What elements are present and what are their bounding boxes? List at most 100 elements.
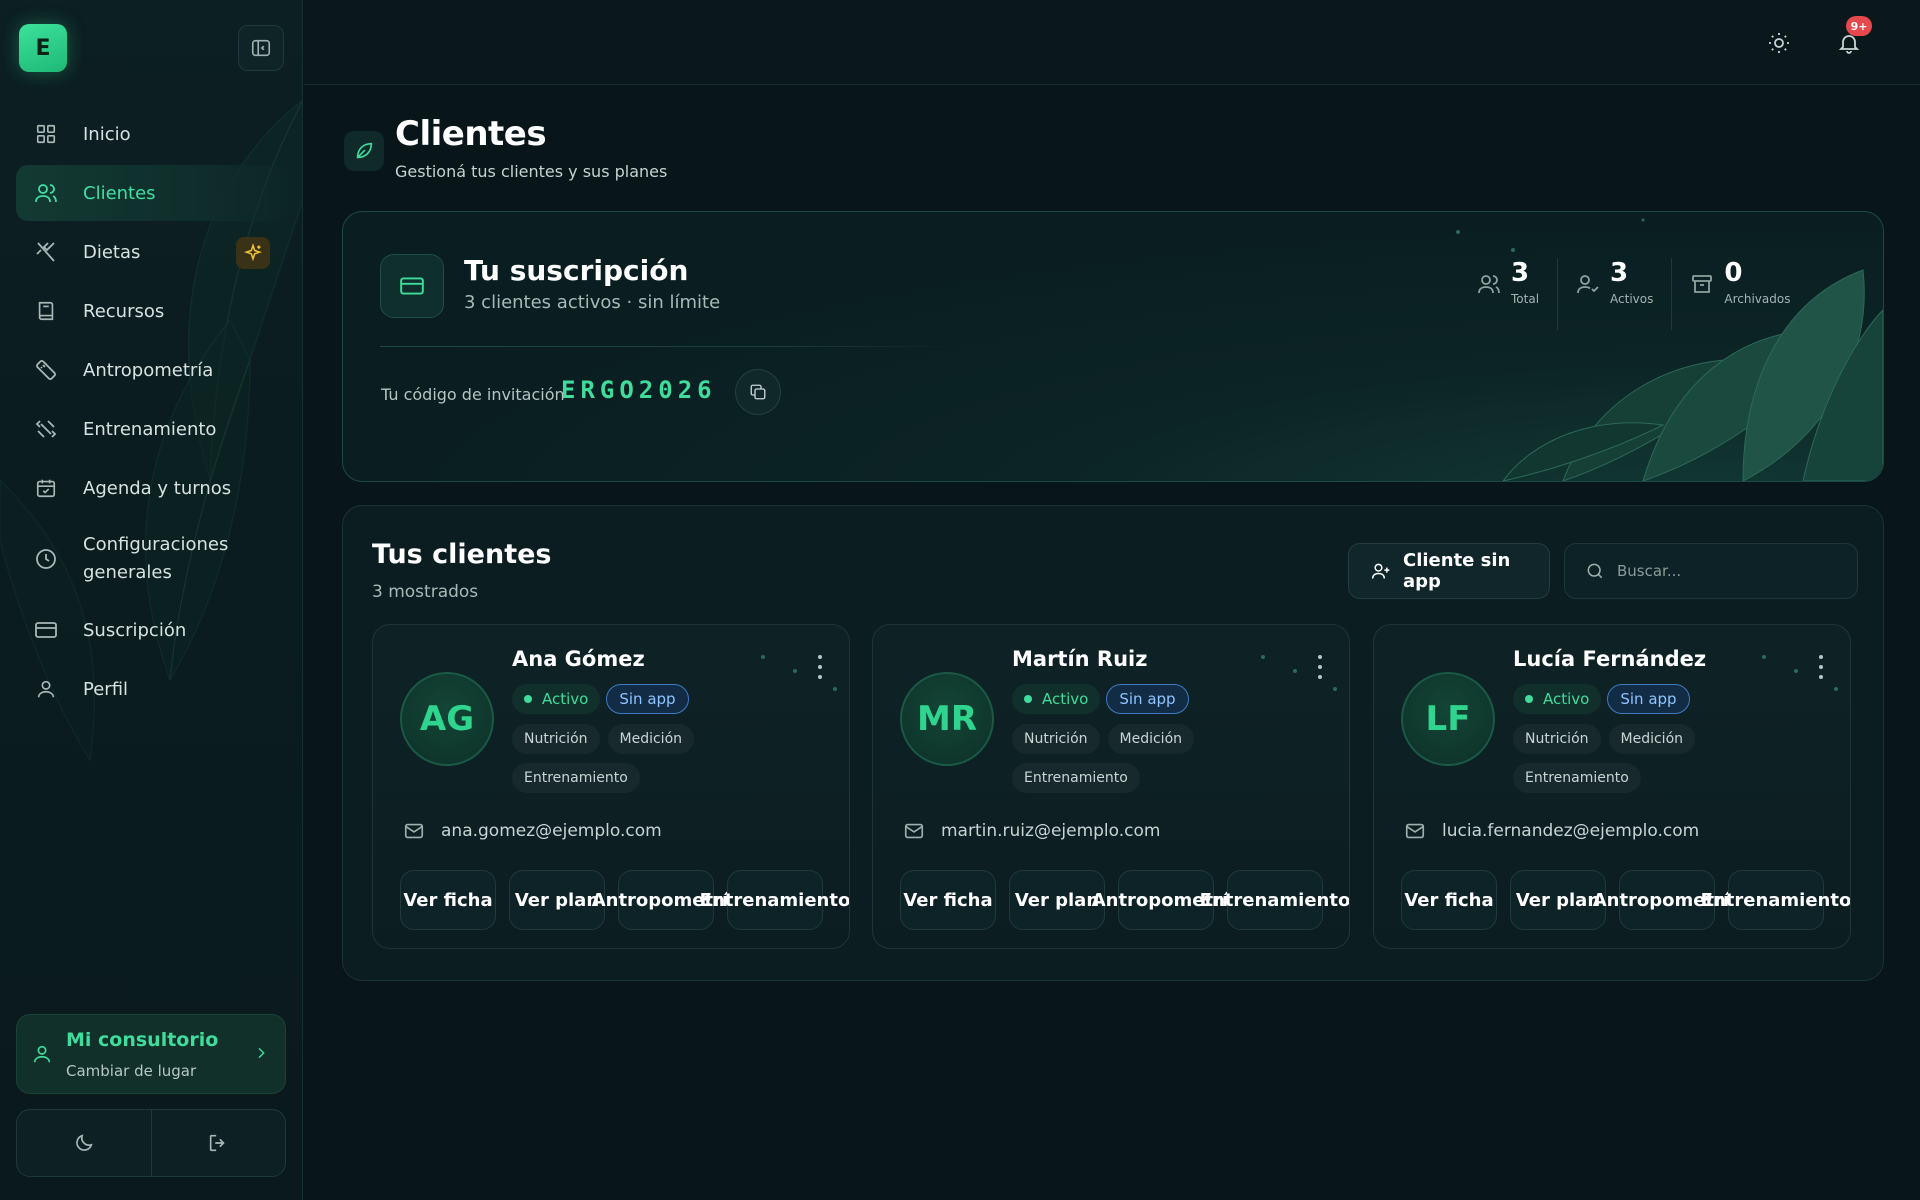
user-icon (33, 676, 59, 702)
invite-code-label: Tu código de invitación (381, 385, 565, 404)
archive-icon (1690, 272, 1714, 300)
search-box[interactable] (1564, 543, 1858, 599)
sidebar-item-label: Recursos (83, 300, 165, 322)
email-row: ana.gomez@ejemplo.com (403, 820, 662, 842)
ai-badge[interactable] (236, 237, 270, 269)
collapse-sidebar-button[interactable] (238, 25, 284, 71)
tag: Medición (1608, 724, 1696, 754)
avatar: AG (400, 672, 494, 766)
sidebar-toggle-icon (251, 39, 271, 57)
status-badge: Activo (1012, 684, 1101, 714)
logout-button[interactable] (150, 1110, 286, 1176)
view-profile-button[interactable]: Ver ficha (900, 870, 996, 930)
service-tags: Nutrición Medición Entrenamiento (1012, 724, 1212, 793)
subscription-title: Tu suscripción (464, 254, 689, 287)
view-profile-button[interactable]: Ver ficha (1401, 870, 1497, 930)
service-tags: Nutrición Medición Entrenamiento (512, 724, 712, 793)
sidebar-item-label: Agenda y turnos (83, 477, 232, 499)
add-client-label: Cliente sin app (1403, 550, 1511, 592)
training-button[interactable]: Entrenamiento (700, 870, 849, 930)
notifications-button[interactable]: 9+ (1830, 16, 1872, 62)
no-app-badge: Sin app (1607, 684, 1690, 714)
tag: Nutrición (1513, 724, 1601, 754)
status-badges: Activo Sin app (1012, 684, 1189, 714)
credit-card-icon (380, 254, 444, 318)
tag: Nutrición (1012, 724, 1100, 754)
client-card: LF Lucía Fernández Activo Sin app Nutric… (1373, 624, 1851, 949)
user-check-icon (1576, 272, 1600, 300)
sidebar-item-recursos[interactable]: Recursos (16, 283, 288, 339)
status-label: Activo (542, 690, 589, 708)
stat-value: 3 (1511, 258, 1530, 288)
credit-card-icon (33, 617, 59, 643)
stat-total: 3 Total (1459, 258, 1557, 330)
sidebar-item-agenda[interactable]: Agenda y turnos (16, 460, 288, 516)
workplace-title: Mi consultorio (66, 1029, 219, 1051)
view-plan-button[interactable]: Ver plan (1510, 870, 1606, 930)
client-card: MR Martín Ruiz Activo Sin app Nutrición … (872, 624, 1350, 949)
sidebar-item-entrenamiento[interactable]: Entrenamiento (16, 401, 288, 457)
client-email: ana.gomez@ejemplo.com (441, 821, 662, 841)
sidebar-item-label: Inicio (83, 123, 131, 145)
more-options-button[interactable] (1816, 655, 1826, 679)
status-badges: Activo Sin app (512, 684, 689, 714)
invite-code: ERGO2026 (561, 376, 717, 404)
sidebar-item-antropometria[interactable]: Antropometría (16, 342, 288, 398)
status-label: Activo (1042, 690, 1089, 708)
tag: Nutrición (512, 724, 600, 754)
user-plus-icon (1371, 561, 1391, 581)
main-content: Clientes Gestioná tus clientes y sus pla… (304, 86, 1920, 1200)
client-name[interactable]: Ana Gómez (512, 647, 645, 671)
training-button[interactable]: Entrenamiento (1701, 870, 1850, 930)
no-app-badge: Sin app (1106, 684, 1189, 714)
training-button[interactable]: Entrenamiento (1200, 870, 1349, 930)
mail-icon (903, 820, 925, 842)
stat-label: Total (1511, 292, 1540, 306)
sidebar-item-perfil[interactable]: Perfil (16, 661, 288, 717)
page-title: Clientes (395, 114, 547, 154)
tag: Medición (607, 724, 695, 754)
dark-mode-button[interactable] (17, 1110, 151, 1176)
sidebar-item-label: Entrenamiento (83, 418, 217, 440)
mail-icon (403, 820, 425, 842)
no-app-badge: Sin app (606, 684, 689, 714)
leaf-icon (344, 131, 384, 171)
card-actions: Ver ficha Ver plan Antropometría Entrena… (1401, 870, 1850, 930)
sidebar-nav: Inicio Clientes Dietas Recursos Antropom… (16, 106, 288, 720)
sidebar-item-clientes[interactable]: Clientes (16, 165, 288, 221)
sidebar-item-configuraciones[interactable]: Configuraciones generales (16, 519, 288, 599)
view-profile-button[interactable]: Ver ficha (400, 870, 496, 930)
add-client-button[interactable]: Cliente sin app (1348, 543, 1550, 599)
clients-count: 3 mostrados (372, 582, 479, 602)
tag: Entrenamiento (1513, 763, 1641, 793)
subscription-card: Tu suscripción 3 clientes activos · sin … (342, 211, 1884, 482)
sidebar-item-label: Configuraciones generales (83, 534, 229, 583)
sidebar-item-dietas[interactable]: Dietas (16, 224, 288, 280)
copy-code-button[interactable] (735, 369, 781, 415)
moon-icon (75, 1134, 93, 1151)
more-options-button[interactable] (815, 655, 825, 679)
client-email: lucia.fernandez@ejemplo.com (1442, 821, 1700, 841)
sidebar-item-suscripcion[interactable]: Suscripción (16, 602, 288, 658)
theme-toggle-button[interactable] (1760, 24, 1798, 62)
client-name[interactable]: Lucía Fernández (1513, 647, 1706, 671)
users-icon (1477, 272, 1501, 300)
subscription-stats: 3 Total 3 Activos 0 Archivados (1459, 258, 1808, 330)
dashboard-icon (33, 121, 59, 147)
plant-decoration (1456, 218, 1883, 481)
more-options-button[interactable] (1315, 655, 1325, 679)
sidebar-footer (16, 1109, 286, 1177)
client-name[interactable]: Martín Ruiz (1012, 647, 1147, 671)
utensils-icon (33, 239, 59, 265)
dumbbell-icon (33, 416, 59, 442)
app-logo[interactable]: E (19, 24, 67, 72)
search-input[interactable] (1617, 562, 1847, 580)
view-plan-button[interactable]: Ver plan (509, 870, 605, 930)
book-icon (33, 298, 59, 324)
avatar: MR (900, 672, 994, 766)
view-plan-button[interactable]: Ver plan (1009, 870, 1105, 930)
email-row: martin.ruiz@ejemplo.com (903, 820, 1160, 842)
workplace-subtitle: Cambiar de lugar (66, 1062, 197, 1080)
sidebar-item-inicio[interactable]: Inicio (16, 106, 288, 162)
workplace-switcher[interactable]: Mi consultorio Cambiar de lugar (16, 1014, 286, 1094)
